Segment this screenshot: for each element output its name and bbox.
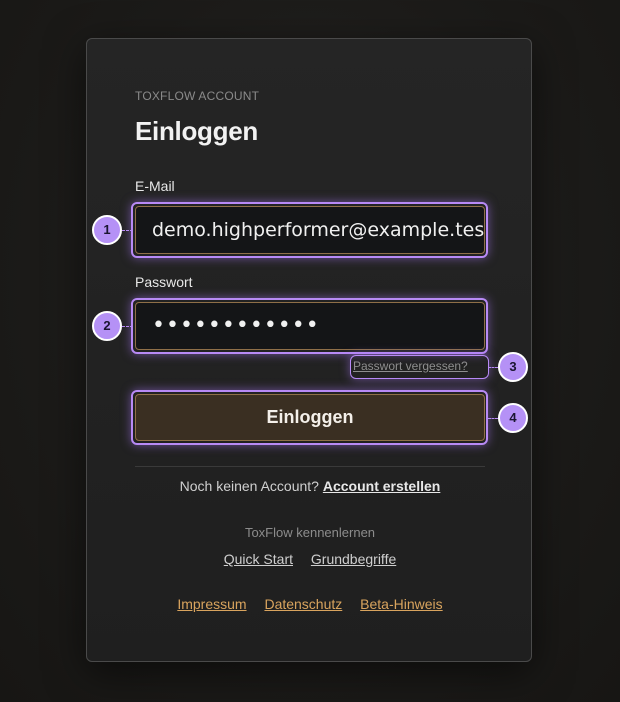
brand-eyebrow: TOXFLOW ACCOUNT	[135, 89, 260, 103]
signup-row: Noch keinen Account? Account erstellen	[135, 478, 485, 494]
beta-notice-link[interactable]: Beta-Hinweis	[360, 596, 442, 612]
imprint-link[interactable]: Impressum	[177, 596, 246, 612]
annotation-badge-1: 1	[92, 215, 122, 245]
create-account-link[interactable]: Account erstellen	[323, 478, 440, 494]
annotation-connector	[488, 418, 498, 419]
quick-start-link[interactable]: Quick Start	[224, 551, 293, 567]
annotation-connector	[488, 367, 498, 368]
divider	[135, 466, 485, 467]
page-title: Einloggen	[135, 116, 258, 146]
learn-links: Quick Start Grundbegriffe	[135, 551, 485, 567]
annotation-connector	[122, 326, 133, 327]
email-label: E-Mail	[135, 178, 175, 194]
annotation-badge-2: 2	[92, 311, 122, 341]
password-label: Passwort	[135, 274, 193, 290]
login-button[interactable]: Einloggen	[135, 394, 485, 441]
learn-heading: ToxFlow kennenlernen	[244, 525, 376, 540]
annotation-badge-3: 3	[498, 352, 528, 382]
signup-prompt: Noch keinen Account?	[179, 478, 319, 494]
forgot-password-link[interactable]: Passwort vergessen?	[353, 359, 468, 373]
annotation-connector	[122, 230, 133, 231]
footer-links: Impressum Datenschutz Beta-Hinweis	[135, 596, 485, 612]
privacy-link[interactable]: Datenschutz	[264, 596, 342, 612]
basics-link[interactable]: Grundbegriffe	[311, 551, 396, 567]
email-field[interactable]: demo.highperformer@example.test	[135, 206, 485, 254]
annotation-badge-4: 4	[498, 403, 528, 433]
password-field[interactable]: ••••••••••••	[135, 302, 485, 350]
